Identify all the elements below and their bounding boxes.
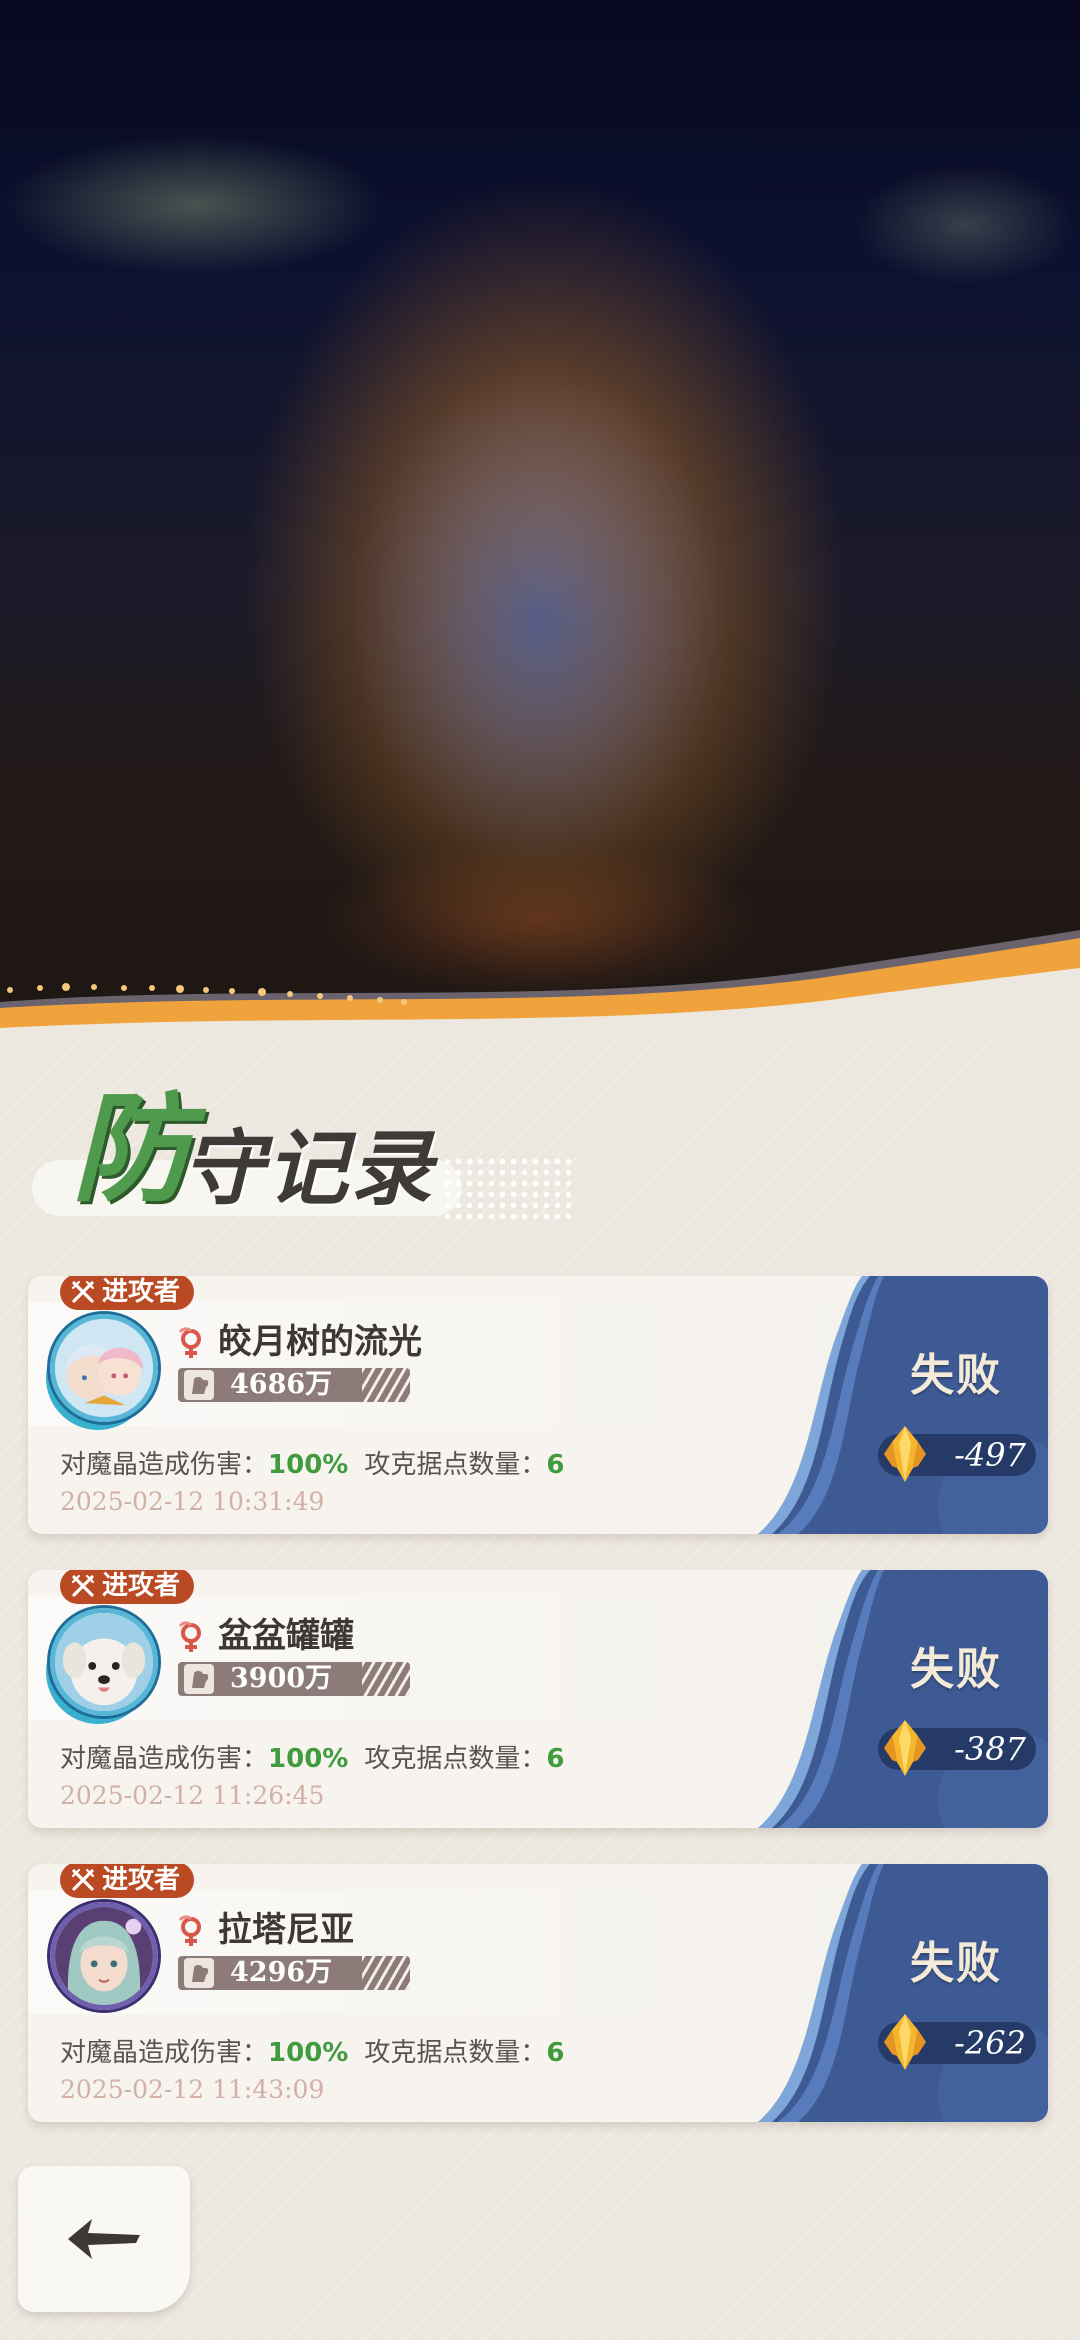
battle-stats: 对魔晶造成伤害：100% 攻克据点数量：6 (60, 2036, 564, 2070)
attacker-tag: 进攻者 (60, 1276, 195, 1310)
power-bar-hatch (362, 1662, 410, 1696)
attacker-tag-label: 进攻者 (102, 1277, 181, 1307)
combat-power: 4686万 (178, 1368, 410, 1402)
result-status: 失败 (910, 1350, 1002, 1401)
result-panel-bg (758, 1276, 1048, 1534)
power-bar-hatch (362, 1368, 410, 1402)
result-panel-bg (758, 1570, 1048, 1828)
captured-label: 攻克据点数量： (364, 1450, 547, 1480)
player-avatar[interactable] (50, 1314, 158, 1422)
female-icon (178, 1621, 201, 1652)
crossed-swords-icon (71, 1280, 95, 1303)
defense-record-card[interactable]: 进攻者 拉塔尼亚 4296万 对魔晶造成伤害：100% 攻克据点数量：6 2025… (28, 1864, 1048, 2122)
back-arrow-icon (68, 2219, 140, 2259)
damage-label: 对魔晶造成伤害： (60, 1744, 269, 1774)
combat-power-value: 4296万 (230, 1957, 333, 1988)
attacker-tag: 进攻者 (60, 1570, 195, 1604)
captured-label: 攻克据点数量： (364, 1744, 547, 1774)
attacker-tag-label: 进攻者 (102, 1571, 181, 1601)
record-timestamp: 2025-02-12 10:31:49 (60, 1487, 325, 1516)
power-bar-hatch (362, 1956, 410, 1990)
title-text: 守记录 (182, 1121, 434, 1217)
crystal-icon (884, 1720, 926, 1776)
player-name: 拉塔尼亚 (218, 1910, 354, 1950)
title-dots-decoration (442, 1156, 572, 1220)
score-change: -262 (954, 2024, 1026, 2062)
result-status: 失败 (910, 1644, 1002, 1695)
player-name: 盆盆罐罐 (218, 1616, 354, 1656)
battle-stats: 对魔晶造成伤害：100% 攻克据点数量：6 (60, 1742, 564, 1776)
crossed-swords-icon (71, 1868, 95, 1891)
defense-record-card[interactable]: 进攻者 皎月树的流光 4686万 对魔晶造成伤害：100% 攻克据点数量：6 20 (28, 1276, 1048, 1534)
defense-record-card[interactable]: 进攻者 盆盆罐罐 3900万 对魔晶造成伤害：100% 攻克据点数量：6 2025… (28, 1570, 1048, 1828)
result-panel-bg (758, 1864, 1048, 2122)
result-status: 失败 (910, 1938, 1002, 1989)
battle-stats: 对魔晶造成伤害：100% 攻克据点数量：6 (60, 1448, 564, 1482)
captured-value: 6 (546, 2038, 565, 2068)
captured-label: 攻克据点数量： (364, 2038, 547, 2068)
anime-duo-avatar (55, 1319, 153, 1417)
captured-value: 6 (546, 1450, 565, 1480)
fist-icon (184, 1370, 214, 1400)
white-dog-avatar (55, 1613, 153, 1711)
crystal-icon (884, 1426, 926, 1482)
record-timestamp: 2025-02-12 11:43:09 (60, 2075, 325, 2104)
player-avatar[interactable] (50, 1608, 158, 1716)
player-name: 皎月树的流光 (218, 1322, 422, 1362)
back-button[interactable] (18, 2166, 190, 2312)
combat-power-value: 4686万 (230, 1369, 333, 1400)
background-scene (0, 0, 1080, 1060)
crossed-swords-icon (71, 1574, 95, 1597)
fist-icon (184, 1958, 214, 1988)
damage-label: 对魔晶造成伤害： (60, 1450, 269, 1480)
page-title: 防 守记录 (32, 1079, 572, 1230)
player-avatar[interactable] (50, 1902, 158, 2010)
anime-girl-avatar (55, 1907, 153, 2005)
captured-value: 6 (546, 1744, 565, 1774)
score-change: -387 (954, 1730, 1026, 1768)
crystal-icon (884, 2014, 926, 2070)
title-first-char: 防 (72, 1079, 191, 1218)
attacker-tag-label: 进攻者 (102, 1865, 181, 1895)
combat-power-value: 3900万 (230, 1663, 333, 1694)
score-change: -497 (954, 1436, 1026, 1474)
fist-icon (184, 1664, 214, 1694)
combat-power: 4296万 (178, 1956, 410, 1990)
attacker-tag: 进攻者 (60, 1864, 195, 1898)
damage-value: 100% (268, 2038, 349, 2068)
damage-value: 100% (268, 1744, 349, 1774)
female-icon (178, 1327, 201, 1358)
record-timestamp: 2025-02-12 11:26:45 (60, 1781, 325, 1810)
combat-power: 3900万 (178, 1662, 410, 1696)
female-icon (178, 1915, 201, 1946)
damage-label: 对魔晶造成伤害： (60, 2038, 269, 2068)
damage-value: 100% (268, 1450, 349, 1480)
